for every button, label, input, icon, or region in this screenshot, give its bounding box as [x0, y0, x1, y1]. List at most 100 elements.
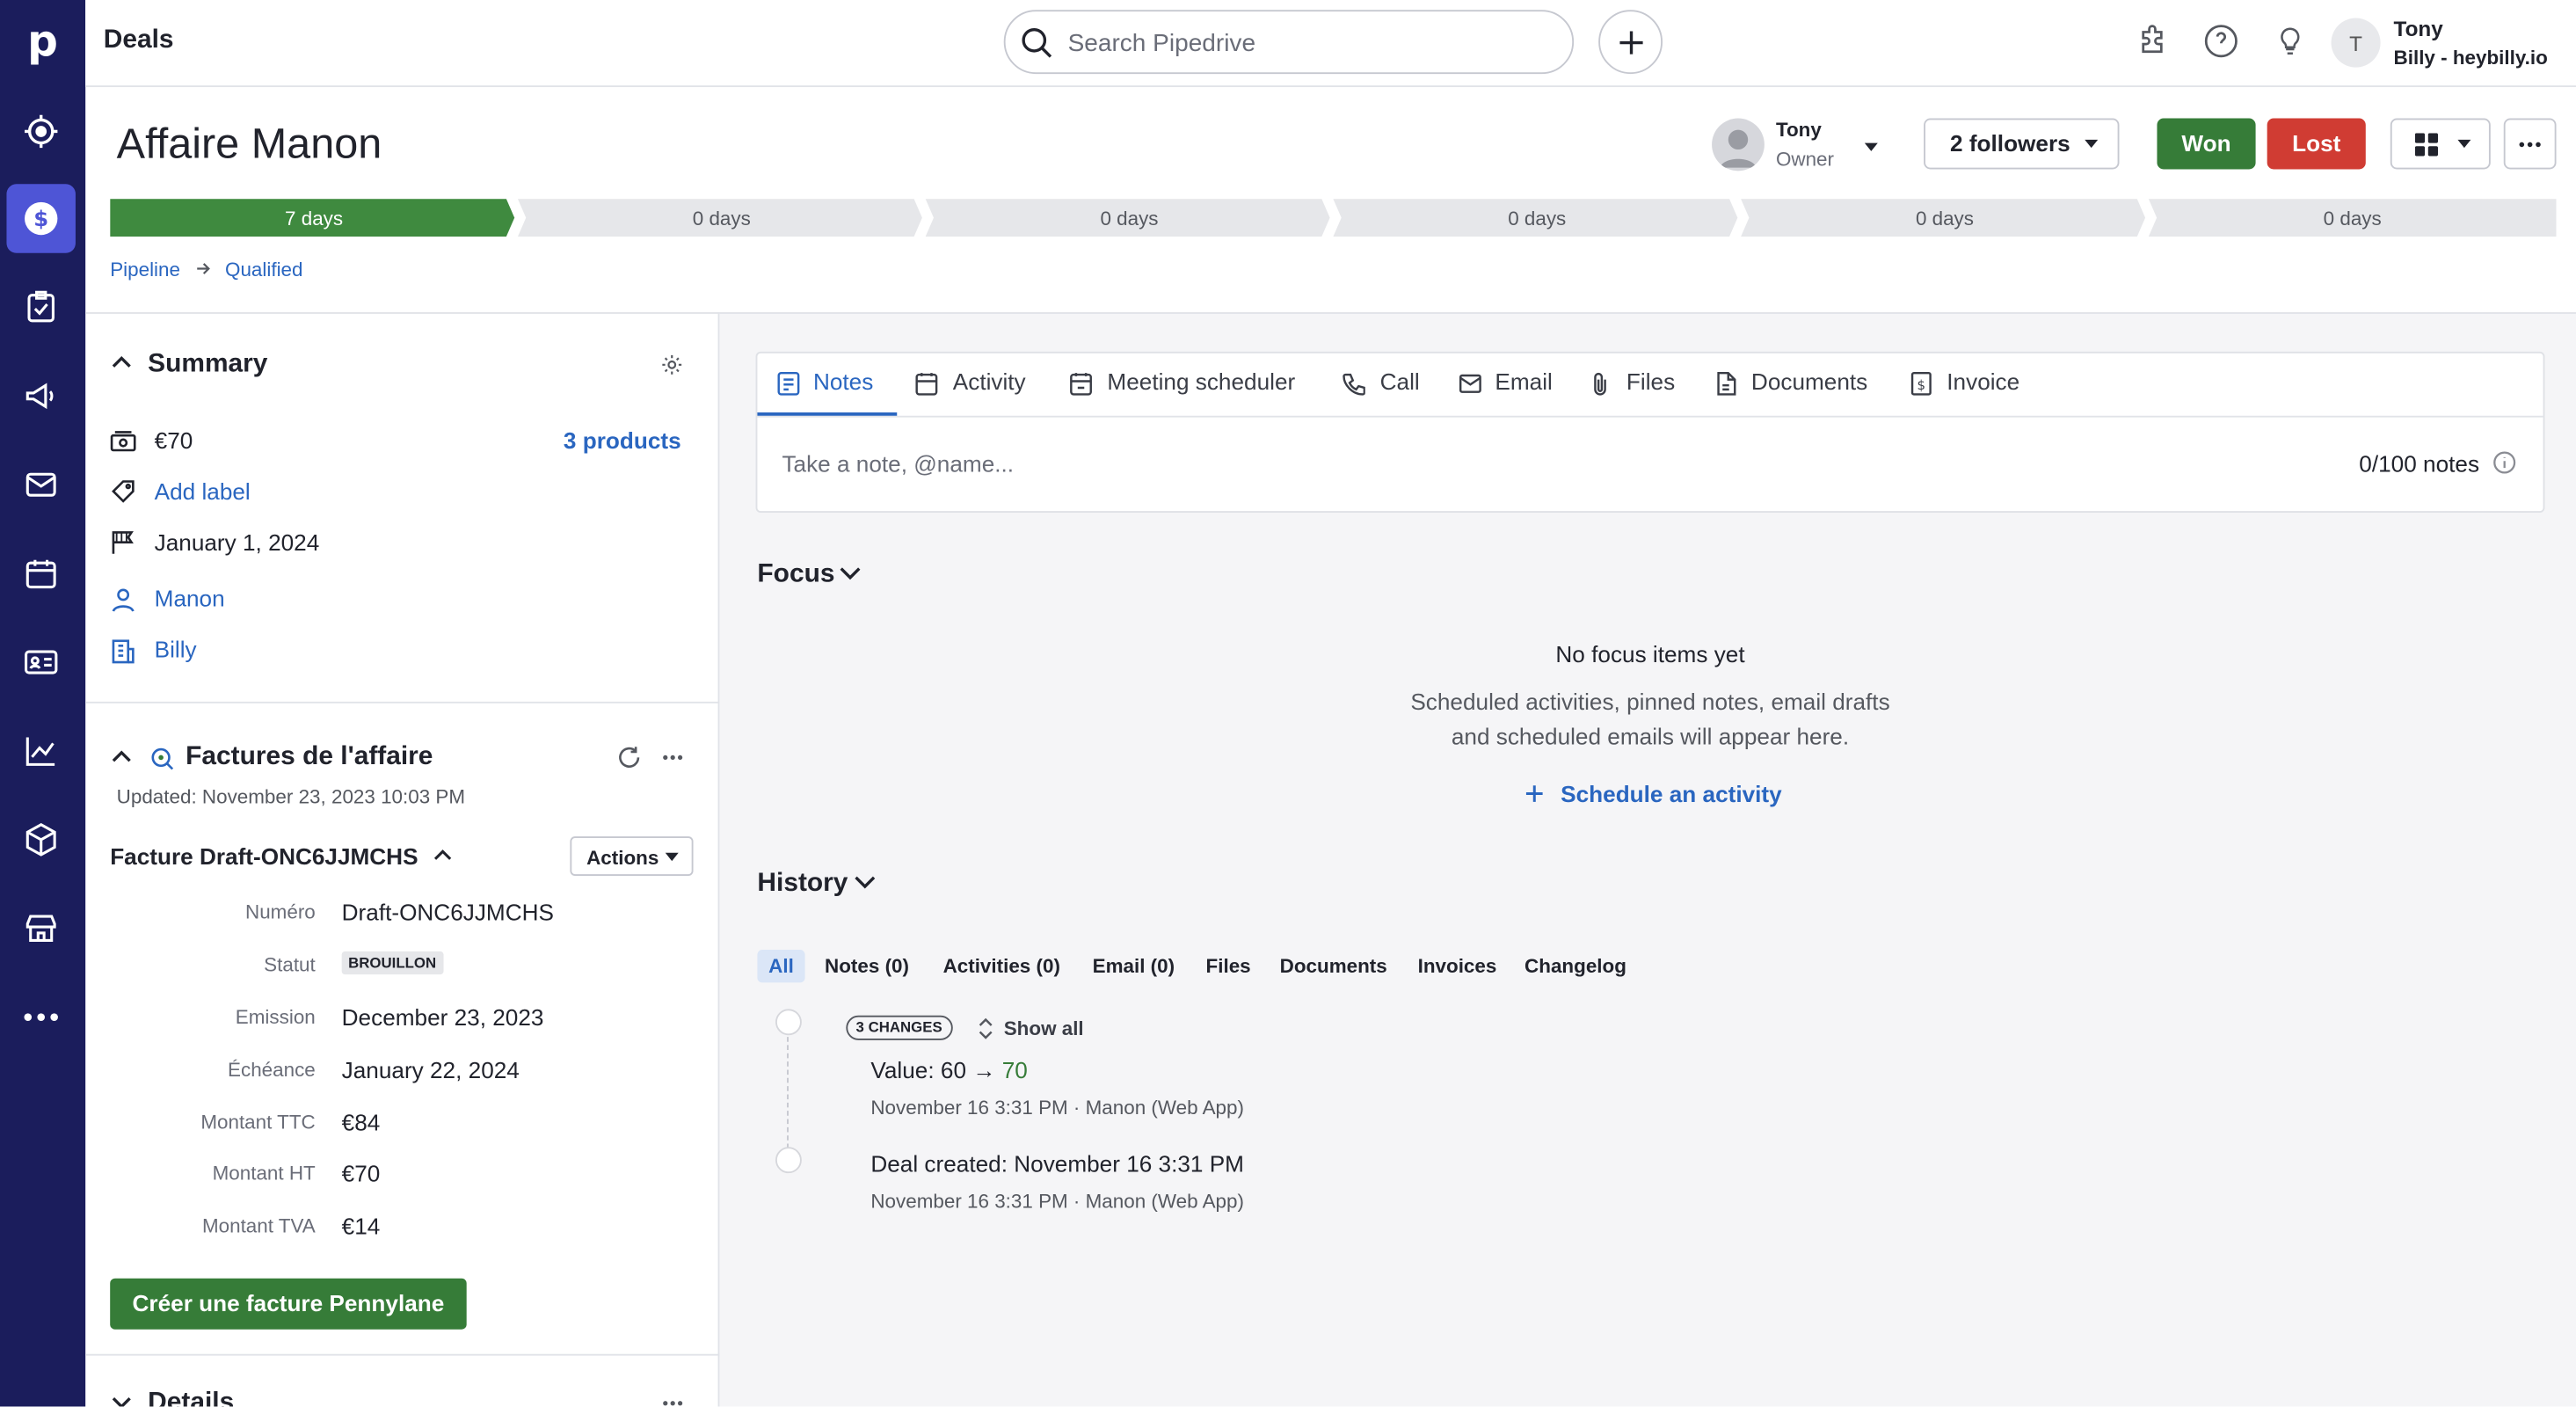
tab-email[interactable]: Email — [1495, 368, 1552, 395]
more-actions-button[interactable] — [2503, 118, 2557, 170]
help-icon[interactable] — [2203, 23, 2239, 59]
deal-title[interactable]: Affaire Manon — [117, 119, 382, 170]
products-link[interactable]: 3 products — [564, 427, 681, 454]
quick-add-button[interactable] — [1598, 10, 1663, 75]
marketplace-icon[interactable] — [6, 894, 75, 963]
note-input[interactable]: Take a note, @name... — [782, 450, 1014, 477]
created-label: Deal created — [870, 1150, 1001, 1177]
person-link[interactable]: Manon — [155, 585, 225, 611]
invoice-actions-button[interactable]: Actions — [570, 836, 694, 876]
pipedrive-logo[interactable]: p — [0, 0, 85, 85]
chevron-up-icon[interactable] — [433, 848, 452, 861]
deals-icon[interactable]: $ — [6, 184, 76, 253]
organization-link[interactable]: Billy — [155, 636, 197, 662]
search-input[interactable]: Search Pipedrive — [1003, 10, 1575, 75]
campaigns-icon[interactable] — [6, 361, 75, 430]
mail-icon[interactable] — [6, 450, 75, 519]
refresh-icon[interactable] — [616, 744, 643, 770]
history-tab-documents[interactable]: Documents — [1280, 955, 1387, 978]
invoices-updated: Updated: November 23, 2023 10:03 PM — [116, 785, 466, 809]
arrow-right-icon — [197, 263, 210, 274]
won-button[interactable]: Won — [2157, 118, 2256, 170]
tab-notes[interactable]: Notes — [813, 368, 873, 395]
tab-files[interactable]: Files — [1626, 368, 1675, 395]
insights-icon[interactable] — [6, 717, 75, 785]
calendar-icon[interactable] — [6, 539, 75, 608]
actions-label: Actions — [586, 846, 659, 870]
lost-button[interactable]: Lost — [2267, 118, 2366, 170]
extensions-icon[interactable] — [2136, 23, 2172, 59]
history-tab-notes[interactable]: Notes (0) — [825, 955, 909, 978]
invoice-field-label: Emission — [235, 1005, 316, 1029]
user-company[interactable]: Billy - heybilly.io — [2394, 46, 2548, 69]
invoice-name[interactable]: Facture Draft-ONC6JJMCHS — [110, 843, 418, 870]
chevron-down-icon[interactable] — [112, 1396, 131, 1407]
ellipsis-icon[interactable] — [662, 1400, 683, 1406]
timeline-dot — [775, 1009, 802, 1036]
history-tab-changelog[interactable]: Changelog — [1524, 955, 1626, 978]
invoice-issue-date: December 23, 2023 — [341, 1003, 544, 1031]
invoice-amount-tva: €14 — [341, 1213, 381, 1239]
gear-icon[interactable] — [660, 354, 683, 376]
invoice-field-label: Statut — [264, 952, 316, 976]
view-switcher-button[interactable] — [2390, 118, 2491, 170]
owner-dropdown-caret-icon[interactable] — [1864, 142, 1878, 151]
history-title[interactable]: History — [757, 869, 848, 899]
history-tab-email[interactable]: Email (0) — [1093, 955, 1175, 978]
create-invoice-button[interactable]: Créer une facture Pennylane — [110, 1278, 467, 1330]
change-label: Value — [870, 1056, 928, 1083]
chevron-up-icon[interactable] — [112, 749, 131, 762]
history-tab-files[interactable]: Files — [1206, 955, 1251, 978]
pipeline-stage-label: 0 days — [1916, 208, 1974, 230]
schedule-activity-link[interactable]: Schedule an activity — [1561, 781, 1782, 807]
tab-call[interactable]: Call — [1380, 368, 1420, 395]
tab-documents[interactable]: Documents — [1751, 368, 1867, 395]
chevron-down-icon — [2457, 139, 2471, 149]
lightbulb-icon[interactable] — [2274, 23, 2306, 59]
owner-name[interactable]: Tony — [1776, 119, 1822, 142]
history-value-change: Value: 60 → 70 — [870, 1057, 1027, 1083]
pipeline-stage-label: 0 days — [693, 208, 751, 230]
pipeline-stage-label: 7 days — [285, 208, 343, 230]
history-tab-invoices[interactable]: Invoices — [1418, 955, 1497, 978]
show-all-link[interactable]: Show all — [1004, 1017, 1084, 1040]
info-icon[interactable] — [2492, 450, 2517, 475]
deal-value[interactable]: €70 — [155, 427, 193, 454]
more-icon[interactable] — [6, 982, 75, 1051]
summary-title: Summary — [148, 350, 268, 378]
contacts-icon[interactable] — [6, 628, 75, 696]
activity-icon — [915, 373, 938, 396]
breadcrumb-stage[interactable]: Qualified — [225, 258, 303, 281]
add-label-link[interactable]: Add label — [155, 478, 251, 505]
tab-activity[interactable]: Activity — [953, 368, 1026, 395]
focus-title[interactable]: Focus — [757, 560, 834, 590]
history-tab-activities[interactable]: Activities (0) — [943, 955, 1060, 978]
history-tab-all[interactable]: All — [757, 950, 805, 983]
breadcrumb-pipeline[interactable]: Pipeline — [110, 258, 180, 281]
user-avatar[interactable]: T — [2331, 18, 2381, 68]
expected-close-date[interactable]: January 1, 2024 — [155, 529, 320, 556]
followers-button[interactable]: 2 followers — [1924, 118, 2120, 170]
invoice-amount-ht: €70 — [341, 1160, 381, 1187]
chevron-down-icon[interactable] — [840, 567, 861, 580]
invoice-number: Draft-ONC6JJMCHS — [341, 899, 554, 926]
ellipsis-icon[interactable] — [662, 755, 683, 761]
chevron-down-icon[interactable] — [855, 876, 876, 889]
owner-avatar[interactable] — [1712, 118, 1765, 171]
user-name[interactable]: Tony — [2394, 17, 2443, 41]
focus-icon[interactable] — [6, 97, 75, 165]
focus-empty-line: Scheduled activities, pinned notes, emai… — [1410, 688, 1890, 715]
invoice-field-label: Montant TVA — [201, 1214, 316, 1238]
pipeline-stage-label: 0 days — [2324, 208, 2382, 230]
timeline-dot — [775, 1147, 802, 1174]
tab-meeting-scheduler[interactable]: Meeting scheduler — [1107, 368, 1295, 395]
history-meta: November 16 3:31 PM · Manon (Web App) — [870, 1189, 1244, 1214]
activities-icon[interactable] — [6, 273, 75, 341]
chevron-up-icon[interactable] — [112, 355, 131, 368]
phone-icon — [1343, 373, 1365, 396]
user-initial: T — [2349, 30, 2362, 55]
arrow-icon: → — [972, 1056, 996, 1083]
status-badge: BROUILLON — [341, 951, 443, 975]
products-icon[interactable] — [6, 806, 75, 874]
tab-invoice[interactable]: Invoice — [1947, 368, 2019, 395]
